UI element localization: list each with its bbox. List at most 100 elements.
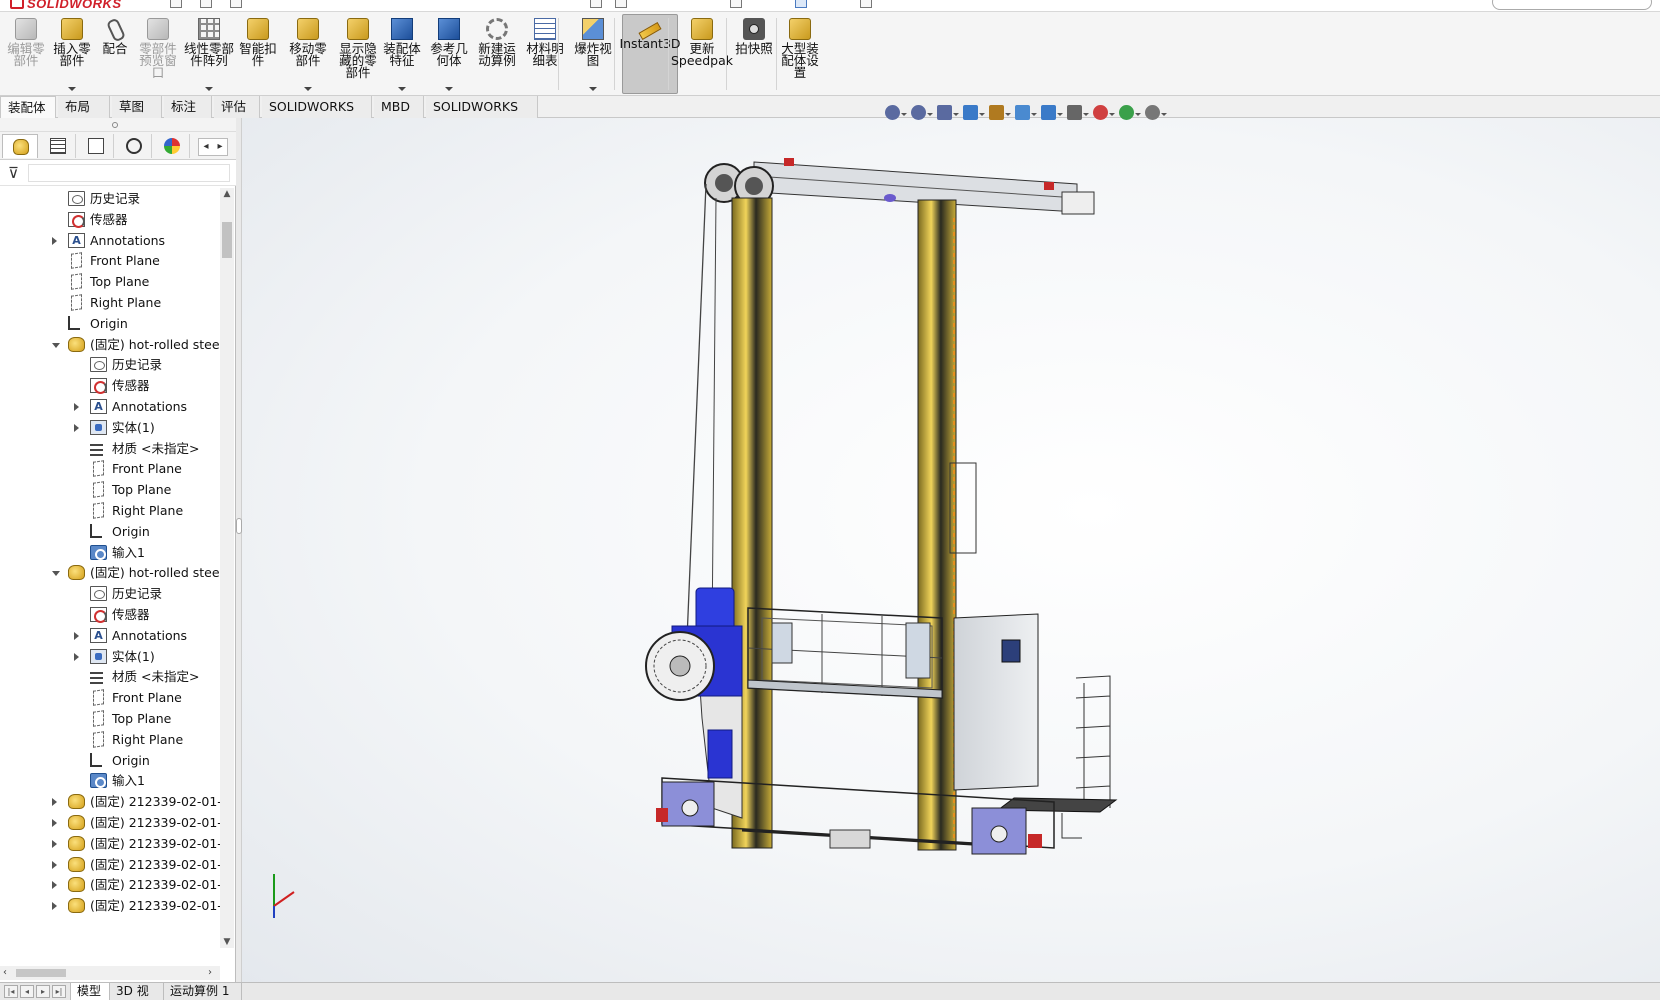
ribbon-button-reference-geometry[interactable]: 参考几 何体 [426, 14, 472, 94]
next-tab-icon[interactable]: ▸ [36, 985, 50, 998]
scroll-up-icon[interactable]: ▲ [220, 188, 234, 200]
previous-view-button[interactable] [934, 102, 959, 122]
tree-item[interactable]: A Annotations [0, 625, 220, 646]
tab-command-3[interactable]: 标注 [164, 96, 212, 118]
prev-tab-icon[interactable]: ◂ [20, 985, 34, 998]
bottom-tab-2[interactable]: 运动算例 1 [164, 983, 242, 1000]
tab-command-7[interactable]: SOLIDWORKS CAM [426, 96, 538, 135]
tree-item[interactable]: Top Plane [0, 708, 220, 729]
tab-command-0[interactable]: 装配体 [0, 96, 56, 118]
tab-command-6[interactable]: MBD [374, 96, 424, 118]
tree-item[interactable]: 传感器 [0, 209, 220, 230]
tree-item[interactable]: (固定) 212339-02-01-0 [0, 874, 220, 895]
tree-item[interactable]: A Annotations [0, 396, 220, 417]
tree-item[interactable]: Top Plane [0, 479, 220, 500]
tab-feature-manager[interactable] [2, 134, 38, 158]
dropdown-arrow-icon[interactable] [205, 87, 213, 91]
tree-item[interactable]: 历史记录 [0, 583, 220, 604]
expand-arrow-icon[interactable] [74, 423, 79, 432]
tree-item[interactable]: (固定) 212339-02-01-0 [0, 833, 220, 854]
tree-item[interactable]: (固定) 212339-02-01-0 [0, 895, 220, 916]
scroll-right-icon[interactable]: › [208, 966, 212, 980]
expand-arrow-icon[interactable] [52, 798, 57, 807]
rebuild-icon[interactable] [730, 0, 742, 8]
tree-item[interactable]: Right Plane [0, 729, 220, 750]
expand-arrow-icon[interactable] [52, 902, 57, 911]
tree-item[interactable]: 材质 <未指定> [0, 438, 220, 459]
collapse-arrow-icon[interactable] [52, 571, 60, 577]
new-file-icon[interactable] [170, 0, 182, 8]
apply-scene-button[interactable] [1116, 102, 1141, 122]
tree-item[interactable]: Top Plane [0, 271, 220, 292]
tree-item[interactable]: (固定) 212339-02-01-0 [0, 854, 220, 875]
tree-item[interactable]: Right Plane [0, 292, 220, 313]
tab-command-5[interactable]: SOLIDWORKS 插件 [262, 96, 372, 135]
ribbon-button-update-speedpak[interactable]: 更新 Speedpak [671, 14, 733, 94]
tree-item[interactable]: Origin [0, 750, 220, 771]
display-style-button[interactable] [1038, 102, 1063, 122]
tree-item[interactable]: 传感器 [0, 604, 220, 625]
tree-item[interactable]: (固定) hot-rolled steel [0, 334, 220, 355]
tab-command-4[interactable]: 评估 [214, 96, 260, 118]
ribbon-button-insert-components[interactable]: 插入零 部件 [50, 14, 94, 94]
edit-appearance-button[interactable] [1090, 102, 1115, 122]
options-icon[interactable] [860, 0, 872, 8]
ribbon-button-move-component[interactable]: 移动零 部件 [282, 14, 334, 94]
ribbon-button-linear-pattern[interactable]: 线性零部 件阵列 [182, 14, 236, 94]
ribbon-button-take-snapshot[interactable]: 拍快照 [732, 14, 776, 94]
ribbon-button-smart-fasteners[interactable]: 智能扣 件 [236, 14, 280, 94]
view-orientation-button[interactable] [1012, 102, 1037, 122]
expand-arrow-icon[interactable] [74, 652, 79, 661]
view-settings-button[interactable] [1142, 102, 1167, 122]
tree-item[interactable]: 输入1 [0, 542, 220, 563]
ribbon-button-assembly-features[interactable]: 装配体 特征 [380, 14, 424, 94]
zoom-to-fit-button[interactable] [882, 102, 907, 122]
drive-motor[interactable] [707, 729, 733, 779]
assembly-model[interactable] [242, 118, 1660, 988]
bottom-tab-1[interactable]: 3D 视图 [110, 983, 164, 1000]
tree-item[interactable]: Origin [0, 313, 220, 334]
open-file-icon[interactable] [200, 0, 212, 8]
expand-arrow-icon[interactable] [52, 839, 57, 848]
scroll-thumb[interactable] [222, 222, 232, 258]
graphics-area[interactable] [242, 118, 1660, 988]
undo-icon[interactable] [615, 0, 627, 8]
zoom-to-area-button[interactable] [908, 102, 933, 122]
dynamic-annotation-button[interactable] [986, 102, 1011, 122]
tree-item[interactable]: 实体(1) [0, 417, 220, 438]
first-tab-icon[interactable]: |◂ [4, 985, 18, 998]
tree-item[interactable]: (固定) 212339-02-01-0 [0, 791, 220, 812]
expand-arrow-icon[interactable] [52, 819, 57, 827]
expand-arrow-icon[interactable] [52, 860, 57, 869]
ribbon-button-exploded-view[interactable]: 爆炸视 图 [570, 14, 616, 94]
tab-configuration-manager[interactable] [78, 134, 114, 158]
search-commands-input[interactable] [1492, 0, 1652, 10]
dropdown-arrow-icon[interactable] [304, 87, 312, 91]
tree-item[interactable]: 材质 <未指定> [0, 666, 220, 687]
tree-item[interactable]: 历史记录 [0, 188, 220, 209]
tree-item[interactable]: (固定) 212339-02-01-0 [0, 812, 220, 833]
hscroll-thumb[interactable] [16, 969, 66, 977]
ribbon-button-edit-component[interactable]: 编辑零 部件 [4, 14, 48, 94]
ribbon-button-large-assembly[interactable]: 大型装 配体设 置 [778, 14, 822, 94]
tab-display-manager[interactable] [154, 134, 190, 158]
dropdown-arrow-icon[interactable] [445, 87, 453, 91]
app-logo[interactable]: SOLIDWORKS [10, 0, 122, 11]
filter-input[interactable] [28, 164, 230, 182]
tree-item[interactable]: 实体(1) [0, 646, 220, 667]
expand-arrow-icon[interactable] [74, 403, 79, 411]
panel-grip[interactable] [0, 118, 236, 132]
collapse-arrow-icon[interactable] [52, 342, 60, 348]
tree-item[interactable]: 历史记录 [0, 354, 220, 375]
dropdown-arrow-icon[interactable] [589, 87, 597, 91]
expand-arrow-icon[interactable] [74, 631, 79, 640]
tree-item[interactable]: (固定) hot-rolled steel [0, 562, 220, 583]
hoist-motor[interactable] [645, 587, 743, 701]
print-icon[interactable] [590, 0, 602, 8]
hide-show-items-button[interactable] [1064, 102, 1089, 122]
bottom-tab-0[interactable]: 模型 [70, 983, 110, 1000]
tree-item[interactable]: Front Plane [0, 250, 220, 271]
section-view-button[interactable] [960, 102, 985, 122]
scroll-down-icon[interactable]: ▼ [220, 936, 234, 948]
ribbon-button-bill-of-materials[interactable]: 材料明 细表 [522, 14, 568, 94]
